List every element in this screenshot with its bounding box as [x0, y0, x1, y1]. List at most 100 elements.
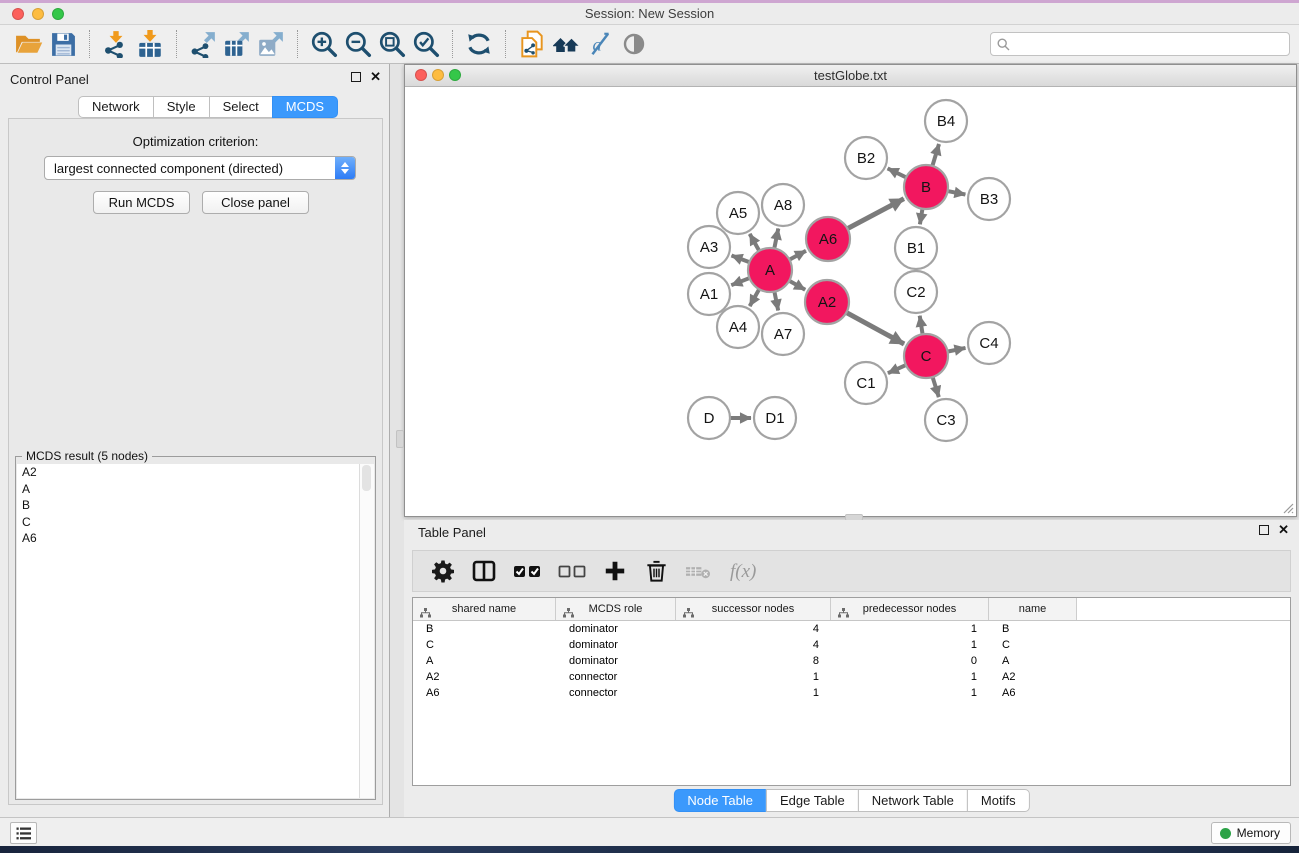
- graph-node-C1[interactable]: C1: [845, 362, 887, 404]
- edge-A-A1[interactable]: [731, 277, 751, 285]
- table-close-panel-icon[interactable]: ✕: [1278, 525, 1289, 535]
- select-all-checkboxes-icon[interactable]: [512, 557, 542, 585]
- column-header-shared-name[interactable]: shared name: [413, 598, 556, 620]
- edge-A-A4[interactable]: [750, 287, 761, 306]
- graph-node-A2[interactable]: A2: [805, 280, 849, 324]
- result-item[interactable]: A: [17, 481, 360, 498]
- function-builder-icon[interactable]: f(x): [728, 557, 768, 585]
- graph-node-A3[interactable]: A3: [688, 226, 730, 268]
- network-canvas-container[interactable]: AA1A2A3A4A5A6A7A8BB1B2B3B4CC1C2C3C4DD1: [405, 87, 1296, 516]
- table-row[interactable]: A2connector11A2: [413, 669, 1290, 685]
- network-close-button[interactable]: [415, 69, 427, 81]
- tab-select[interactable]: Select: [209, 96, 273, 118]
- graph-node-C[interactable]: C: [904, 334, 948, 378]
- close-panel-icon[interactable]: ✕: [370, 72, 381, 82]
- clear-table-icon[interactable]: [684, 557, 713, 585]
- column-view-icon[interactable]: [471, 557, 497, 585]
- birdseye-view-icon[interactable]: [617, 28, 651, 60]
- graph-node-D[interactable]: D: [688, 397, 730, 439]
- graph-node-D1[interactable]: D1: [754, 397, 796, 439]
- column-header-name[interactable]: name: [989, 598, 1077, 620]
- graph-node-C2[interactable]: C2: [895, 271, 937, 313]
- graph-node-B3[interactable]: B3: [968, 178, 1010, 220]
- graph-node-A4[interactable]: A4: [717, 306, 759, 348]
- network-minimize-button[interactable]: [432, 69, 444, 81]
- table-float-panel-icon[interactable]: [1259, 525, 1269, 535]
- import-table-icon[interactable]: [133, 28, 167, 60]
- tab-network[interactable]: Network: [78, 96, 154, 118]
- tab-mcds[interactable]: MCDS: [272, 96, 338, 118]
- tab-edge-table[interactable]: Edge Table: [766, 789, 859, 812]
- zoom-out-icon[interactable]: [341, 28, 375, 60]
- home-icon[interactable]: [549, 28, 583, 60]
- edge-A-A3[interactable]: [732, 256, 752, 263]
- result-scrollbar[interactable]: [359, 464, 374, 798]
- graph-node-A[interactable]: A: [748, 248, 792, 292]
- zoom-selected-icon[interactable]: [409, 28, 443, 60]
- export-image-icon[interactable]: [254, 28, 288, 60]
- table-row[interactable]: Bdominator41B: [413, 621, 1290, 637]
- open-session-icon[interactable]: [12, 28, 46, 60]
- search-box[interactable]: [990, 32, 1290, 56]
- tab-motifs[interactable]: Motifs: [967, 789, 1030, 812]
- graph-node-A1[interactable]: A1: [688, 273, 730, 315]
- tab-network-table[interactable]: Network Table: [858, 789, 968, 812]
- column-header-MCDS-role[interactable]: MCDS role: [556, 598, 676, 620]
- graph-node-B1[interactable]: B1: [895, 227, 937, 269]
- graph-node-A5[interactable]: A5: [717, 192, 759, 234]
- run-mcds-button[interactable]: Run MCDS: [93, 191, 190, 214]
- toggle-label-visibility-icon[interactable]: a: [583, 28, 617, 60]
- import-network-icon[interactable]: [99, 28, 133, 60]
- deselect-all-checkboxes-icon[interactable]: [557, 557, 587, 585]
- edge-B-B4[interactable]: [932, 144, 939, 168]
- edge-A-A5[interactable]: [750, 234, 761, 253]
- graph-node-A8[interactable]: A8: [762, 184, 804, 226]
- network-canvas[interactable]: AA1A2A3A4A5A6A7A8BB1B2B3B4CC1C2C3C4DD1: [405, 87, 1296, 517]
- edge-B-B2[interactable]: [888, 168, 908, 178]
- edge-A2-C[interactable]: [845, 312, 905, 344]
- duplicate-network-icon[interactable]: [515, 28, 549, 60]
- zoom-window-button[interactable]: [52, 8, 64, 20]
- network-zoom-button[interactable]: [449, 69, 461, 81]
- table-row[interactable]: Cdominator41C: [413, 637, 1290, 653]
- table-row[interactable]: Adominator80A: [413, 653, 1290, 669]
- result-item[interactable]: C: [17, 514, 360, 531]
- tab-style[interactable]: Style: [153, 96, 210, 118]
- graph-node-B4[interactable]: B4: [925, 100, 967, 142]
- table-settings-icon[interactable]: [430, 557, 456, 585]
- optimization-criterion-select[interactable]: largest connected component (directed): [44, 156, 356, 180]
- search-input[interactable]: [1014, 34, 1289, 54]
- graph-node-A7[interactable]: A7: [762, 313, 804, 355]
- result-item[interactable]: A6: [17, 530, 360, 547]
- vertical-splitter-handle[interactable]: [396, 430, 404, 448]
- refresh-layout-icon[interactable]: [462, 28, 496, 60]
- graph-node-B[interactable]: B: [904, 165, 948, 209]
- column-header-successor-nodes[interactable]: successor nodes: [676, 598, 831, 620]
- edge-C-C3[interactable]: [932, 375, 939, 397]
- edge-A-A8[interactable]: [774, 229, 778, 251]
- result-item[interactable]: B: [17, 497, 360, 514]
- task-history-button[interactable]: [10, 822, 37, 844]
- save-session-icon[interactable]: [46, 28, 80, 60]
- zoom-in-icon[interactable]: [307, 28, 341, 60]
- resize-grip-icon[interactable]: [1280, 500, 1294, 514]
- tab-node-table[interactable]: Node Table: [673, 789, 767, 812]
- memory-button[interactable]: Memory: [1211, 822, 1291, 844]
- table-row[interactable]: A6connector11A6: [413, 685, 1290, 701]
- zoom-fit-icon[interactable]: [375, 28, 409, 60]
- result-item[interactable]: A2: [17, 464, 360, 481]
- network-window-titlebar[interactable]: testGlobe.txt: [405, 65, 1296, 87]
- minimize-window-button[interactable]: [32, 8, 44, 20]
- mcds-result-list[interactable]: A2ABCA6: [17, 464, 360, 798]
- edge-C-C2[interactable]: [920, 316, 923, 337]
- edge-A6-B[interactable]: [846, 199, 904, 230]
- node-table[interactable]: shared nameMCDS rolesuccessor nodesprede…: [412, 597, 1291, 786]
- column-header-predecessor-nodes[interactable]: predecessor nodes: [831, 598, 989, 620]
- graph-node-B2[interactable]: B2: [845, 137, 887, 179]
- graph-node-A6[interactable]: A6: [806, 217, 850, 261]
- edge-A-A7[interactable]: [774, 290, 778, 311]
- export-table-icon[interactable]: [220, 28, 254, 60]
- delete-column-icon[interactable]: [643, 557, 669, 585]
- close-window-button[interactable]: [12, 8, 24, 20]
- edge-C-C1[interactable]: [888, 364, 908, 373]
